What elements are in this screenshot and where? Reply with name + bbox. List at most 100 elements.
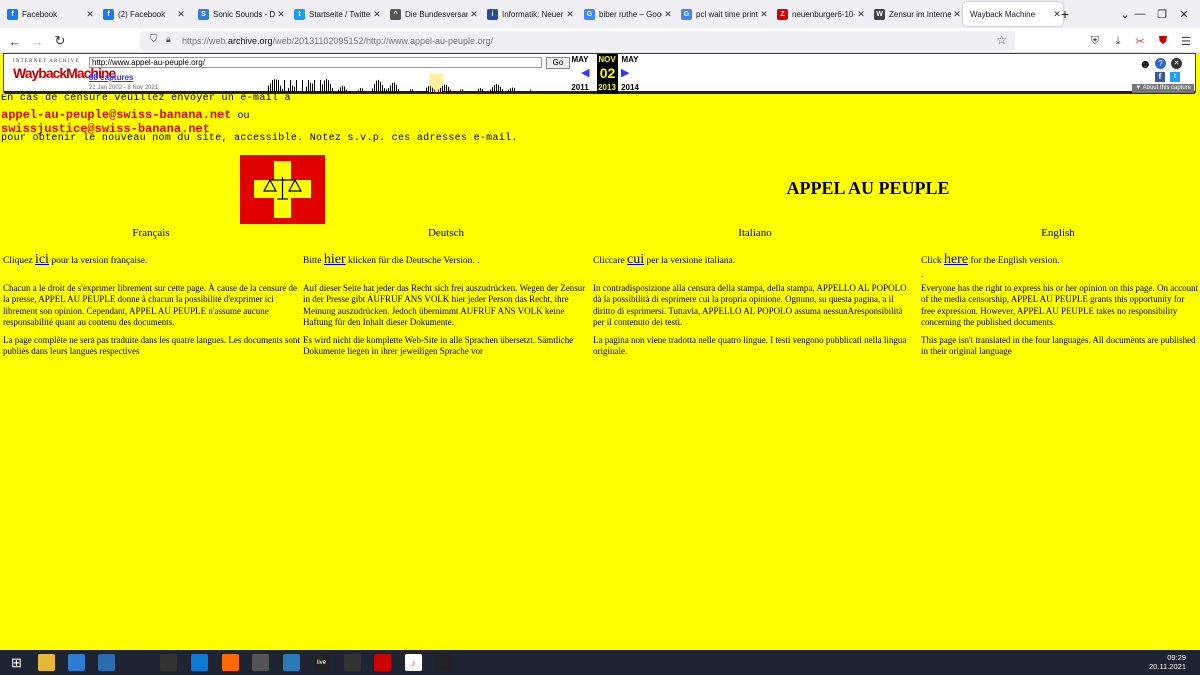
close-window-icon[interactable]: ✕ (1172, 0, 1196, 28)
minimize-icon[interactable]: — (1130, 0, 1150, 28)
close-tab-icon[interactable]: ✕ (758, 9, 770, 20)
capture-bar (314, 80, 315, 92)
terminal-app-icon[interactable] (160, 654, 177, 671)
about-capture-button[interactable]: ▼ About this capture (1132, 84, 1194, 93)
year-next[interactable]: 2014 (619, 83, 641, 92)
close-toolbar-icon[interactable]: ✕ (1171, 58, 1182, 69)
capture-bar (490, 89, 491, 92)
version-link-pre: Bitte (303, 256, 324, 266)
version-link-post: pour la version française. (48, 256, 148, 266)
screenshot-icon[interactable] (252, 654, 269, 671)
tab-title: Wayback Machine (970, 9, 1036, 19)
firefox-icon[interactable] (222, 654, 239, 671)
tab-4[interactable]: t Startseite / Twitter ✕ (287, 0, 383, 28)
capture-bar (496, 84, 497, 92)
month-current: NOV (598, 55, 616, 64)
captures-link[interactable]: 88 captures (89, 73, 133, 82)
internet-archive-label: INTERNET ARCHIVE (13, 59, 80, 64)
capture-bar (382, 85, 383, 92)
clock-date: 20.11.2021 (1149, 662, 1186, 671)
archived-page: En cas de censure veuillez envoyer un e-… (0, 94, 1200, 650)
user-icon[interactable]: ☻ (1139, 57, 1152, 71)
live-icon[interactable]: live (313, 654, 330, 671)
month-next[interactable]: MAY (619, 55, 641, 64)
new-tab-button[interactable]: + (1053, 0, 1077, 28)
store-icon[interactable] (68, 654, 85, 671)
close-tab-icon[interactable]: ✕ (564, 9, 576, 20)
windows-icon[interactable]: ⊞ (8, 654, 25, 671)
spacer-text (593, 268, 913, 280)
close-tab-icon[interactable]: ✕ (468, 9, 480, 20)
capture-sparkline[interactable] (254, 74, 554, 92)
wayback-go-button[interactable]: Go (546, 57, 570, 69)
close-tab-icon[interactable]: ✕ (84, 9, 96, 20)
edge-icon[interactable] (191, 654, 208, 671)
prev-capture-arrow[interactable]: ◀ (581, 66, 589, 79)
cmd-icon[interactable] (435, 654, 452, 671)
tab-8[interactable]: Gpcl wait time print ✕ (674, 0, 770, 28)
address-bar[interactable]: ⛉ 🔒︎ https://web. archive.org/web/2013110… (140, 31, 1015, 51)
capture-bar (308, 80, 309, 92)
clock-time: 09:29 (1167, 653, 1186, 662)
tab-9[interactable]: Zneuenburger6-10- ✕ (770, 0, 867, 28)
version-link[interactable]: here (944, 252, 968, 267)
facebook-share-icon[interactable]: f (1155, 72, 1165, 82)
tab-11[interactable]: Wayback Machine ✕ (963, 2, 1063, 26)
mail-icon[interactable] (98, 654, 115, 671)
next-capture-arrow[interactable]: ▶ (621, 66, 629, 79)
tab-title: (2) Facebook (118, 9, 166, 19)
obs-icon[interactable] (344, 654, 361, 671)
capture-bar (288, 88, 289, 92)
pen-icon[interactable] (130, 654, 147, 671)
capture-bar (494, 84, 495, 92)
version-link[interactable]: cui (627, 252, 644, 267)
capture-bar (444, 84, 445, 92)
tab-10[interactable]: W Zensur im Internet ✕ (867, 0, 963, 28)
bookmark-star-icon[interactable]: ☆ (996, 33, 1007, 47)
capture-bar (292, 85, 293, 92)
tab-5[interactable]: ^ Die Bundesversam ✕ (383, 0, 480, 28)
tab-6[interactable]: i Informatik: Neuer ✕ (480, 0, 576, 28)
clock[interactable]: 09:29 20.11.2021 (1149, 653, 1186, 671)
day-current: 02 (599, 65, 616, 81)
capture-bar (282, 88, 283, 92)
close-tab-icon[interactable]: ✕ (275, 9, 287, 20)
capture-bar (272, 80, 273, 92)
pocket-icon[interactable]: ⛨ (1087, 33, 1103, 49)
close-tab-icon[interactable]: ✕ (371, 9, 383, 20)
spacer-text (303, 268, 591, 280)
close-tab-icon[interactable]: ✕ (951, 9, 963, 20)
version-link[interactable]: hier (324, 252, 346, 267)
reload-icon[interactable]: ↻ (51, 32, 69, 50)
month-prev[interactable]: MAY (569, 55, 591, 64)
download-icon[interactable]: ⤓ (1110, 33, 1126, 49)
close-tab-icon[interactable]: ✕ (175, 9, 187, 20)
capture-bar (326, 79, 327, 92)
help-icon[interactable]: ? (1155, 58, 1166, 69)
year-prev[interactable]: 2011 (569, 83, 591, 92)
forward-icon[interactable]: → (28, 32, 46, 50)
wayback-url-input[interactable]: http://www.appel-au-peuple.org/ (89, 57, 542, 68)
close-tab-icon[interactable]: ✕ (662, 9, 674, 20)
language-heading-4: English (1041, 227, 1075, 239)
tab-2[interactable]: f (2) Facebook ✕ (96, 0, 187, 28)
photos-icon[interactable] (283, 654, 300, 671)
ublock-icon[interactable]: ⛊ (1155, 33, 1171, 49)
version-link[interactable]: ici (35, 252, 49, 267)
extension-icon[interactable]: ✂ (1132, 33, 1148, 49)
description-paragraph: In contradisposizione alla censura della… (593, 282, 907, 328)
tab-1[interactable]: f Facebook ✕ (0, 0, 96, 28)
tab-3[interactable]: S Sonic Sounds - Da ✕ (191, 0, 287, 28)
file-explorer-icon[interactable] (38, 654, 55, 671)
news-icon[interactable] (374, 654, 391, 671)
menu-icon[interactable]: ☰ (1178, 33, 1194, 49)
twitter-share-icon[interactable]: t (1170, 72, 1180, 82)
capture-bar (432, 87, 433, 92)
maximize-icon[interactable]: ❐ (1152, 0, 1172, 28)
tab-7[interactable]: Gbiber ruthe – Goog ✕ (577, 0, 674, 28)
capture-bar (340, 87, 341, 92)
site-title: APPEL AU PEUPLE (786, 178, 950, 198)
back-icon[interactable]: ← (6, 32, 24, 50)
tiktok-icon[interactable]: ♪ (405, 654, 422, 671)
close-tab-icon[interactable]: ✕ (855, 9, 867, 20)
